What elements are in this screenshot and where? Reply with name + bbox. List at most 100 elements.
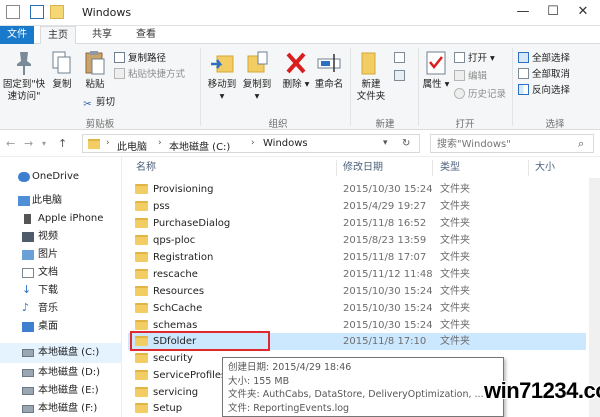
nav-item-local-disk-e[interactable]: 本地磁盘 (E:) — [0, 381, 121, 401]
cloud-icon — [18, 172, 30, 182]
pin-quick-access-button[interactable]: 固定到"快 速访问" — [2, 50, 46, 103]
file-date: 2015/10/30 15:24 — [343, 286, 433, 297]
open-button[interactable]: 打开 ▾ — [454, 52, 495, 66]
file-row[interactable]: PurchaseDialog 2015/11/8 16:52 文件夹 — [128, 215, 586, 232]
back-arrow-icon[interactable]: ← — [6, 137, 15, 150]
copy-path-label: 复制路径 — [128, 53, 167, 64]
minimize-button[interactable]: — — [508, 0, 538, 26]
move-to-button[interactable]: 移动到 ▾ — [205, 50, 239, 103]
file-date: 2015/11/12 11:48 — [343, 269, 433, 280]
file-name: Registration — [153, 252, 214, 263]
file-row[interactable]: pss 2015/4/29 19:27 文件夹 — [128, 198, 586, 215]
paste-icon — [85, 51, 105, 75]
breadcrumb-this-pc[interactable]: 此电脑 — [117, 138, 147, 153]
column-header-date[interactable]: 修改日期 — [343, 158, 383, 178]
nav-item-local-disk-c[interactable]: 本地磁盘 (C:) — [0, 343, 121, 363]
select-all-button[interactable]: 全部选择 — [518, 52, 570, 66]
properties-label: 属性 — [422, 79, 442, 90]
phone-icon — [24, 214, 31, 224]
cut-button[interactable]: ✂ 剪切 — [82, 96, 115, 110]
invert-selection-button[interactable]: 反向选择 — [518, 84, 570, 98]
column-divider[interactable] — [336, 160, 337, 176]
easy-access-icon[interactable] — [394, 70, 405, 81]
copy-path-button[interactable]: 复制路径 — [114, 52, 166, 66]
nav-item-onedrive[interactable]: OneDrive — [0, 167, 121, 187]
new-item-icon[interactable] — [394, 52, 405, 63]
nav-item-label: 下载 — [38, 285, 58, 296]
file-row[interactable]: Provisioning 2015/10/30 15:24 文件夹 — [128, 181, 586, 198]
search-icon: ⌕ — [578, 137, 585, 150]
maximize-button[interactable]: ☐ — [538, 0, 568, 26]
address-box[interactable]: › 此电脑 › 本地磁盘 (C:) › Windows ▾ ↻ — [82, 134, 420, 153]
paste-shortcut-button[interactable]: 粘贴快捷方式 — [114, 68, 185, 82]
history-icon — [454, 88, 465, 99]
copy-to-button[interactable]: 复制到 ▾ — [240, 50, 274, 103]
forward-arrow-icon[interactable]: → — [24, 137, 33, 150]
edit-button[interactable]: 编辑 — [454, 70, 487, 84]
nav-item-local-disk-f[interactable]: 本地磁盘 (F:) — [0, 399, 121, 417]
nav-item-apple-iphone[interactable]: Apple iPhone — [0, 209, 121, 229]
video-icon — [22, 232, 34, 242]
up-arrow-icon[interactable]: ↑ — [58, 137, 67, 150]
properties-quick-icon[interactable] — [30, 5, 44, 19]
search-box[interactable]: ⌕ — [430, 134, 594, 153]
folder-icon — [135, 403, 148, 413]
nav-item-videos[interactable]: 视频 — [0, 227, 121, 247]
file-row[interactable]: SchCache 2015/10/30 15:24 文件夹 — [128, 300, 586, 317]
column-divider[interactable] — [528, 160, 529, 176]
select-none-button[interactable]: 全部取消 — [518, 68, 570, 82]
file-name: SchCache — [153, 303, 203, 314]
properties-button[interactable]: 属性 ▾ — [422, 50, 450, 91]
breadcrumb-windows[interactable]: Windows — [263, 138, 308, 149]
file-date: 2015/11/8 16:52 — [343, 218, 427, 229]
window-title: Windows — [82, 6, 132, 19]
file-row[interactable]: Registration 2015/11/8 17:07 文件夹 — [128, 249, 586, 266]
new-folder-button[interactable]: 新建 文件夹 — [354, 50, 388, 103]
column-divider[interactable] — [432, 160, 433, 176]
tab-share[interactable]: 共享 — [84, 26, 120, 44]
column-header-size[interactable]: 大小 — [535, 158, 555, 178]
new-folder-quick-icon[interactable] — [50, 5, 64, 19]
file-row[interactable]: rescache 2015/11/12 11:48 文件夹 — [128, 266, 586, 283]
nav-item-label: 图片 — [38, 249, 58, 260]
file-row[interactable]: qps-ploc 2015/8/23 13:59 文件夹 — [128, 232, 586, 249]
nav-item-music[interactable]: ♪ 音乐 — [0, 299, 121, 319]
tab-view[interactable]: 查看 — [128, 26, 164, 44]
file-row[interactable]: Resources 2015/10/30 15:24 文件夹 — [128, 283, 586, 300]
nav-item-this-pc[interactable]: 此电脑 — [0, 191, 121, 211]
column-header-name[interactable]: 名称 — [136, 158, 156, 178]
drive-icon — [22, 369, 34, 377]
refresh-icon[interactable]: ↻ — [402, 138, 410, 149]
column-header-type[interactable]: 类型 — [440, 158, 460, 178]
nav-item-documents[interactable]: 文档 — [0, 263, 121, 283]
recent-dropdown-icon[interactable]: ▾ — [42, 139, 46, 148]
new-folder-icon — [361, 52, 376, 75]
delete-button[interactable]: 删除 ▾ — [282, 50, 310, 91]
delete-icon — [286, 52, 306, 74]
breadcrumb-local-disk[interactable]: 本地磁盘 (C:) — [169, 138, 230, 153]
address-dropdown-icon[interactable]: ▾ — [383, 138, 388, 148]
nav-item-desktop[interactable]: 桌面 — [0, 317, 121, 337]
copy-button[interactable]: 复制 — [48, 50, 76, 91]
nav-item-downloads[interactable]: ↓ 下载 — [0, 281, 121, 301]
folder-icon — [135, 353, 148, 363]
select-none-label: 全部取消 — [532, 69, 571, 80]
close-button[interactable]: ✕ — [568, 0, 598, 26]
rename-button[interactable]: 重命名 — [312, 50, 346, 91]
select-group-label: 选择 — [545, 119, 565, 130]
history-button[interactable]: 历史记录 — [454, 88, 506, 102]
app-folder-icon[interactable] — [6, 5, 20, 19]
navigation-pane: OneDrive 此电脑 Apple iPhone 视频 图片 文档 ↓ 下载 ♪… — [0, 157, 122, 417]
nav-item-local-disk-d[interactable]: 本地磁盘 (D:) — [0, 363, 121, 383]
tab-home[interactable]: 主页 — [40, 26, 76, 45]
tab-file[interactable]: 文件 — [0, 26, 34, 44]
file-name: qps-ploc — [153, 235, 196, 246]
file-type: 文件夹 — [440, 320, 470, 331]
nav-item-pictures[interactable]: 图片 — [0, 245, 121, 265]
search-input[interactable] — [437, 137, 572, 151]
file-name: servicing — [153, 387, 199, 398]
file-type: 文件夹 — [440, 201, 470, 212]
paste-button[interactable]: 粘贴 — [80, 50, 110, 91]
file-type: 文件夹 — [440, 184, 470, 195]
download-icon: ↓ — [22, 283, 32, 296]
